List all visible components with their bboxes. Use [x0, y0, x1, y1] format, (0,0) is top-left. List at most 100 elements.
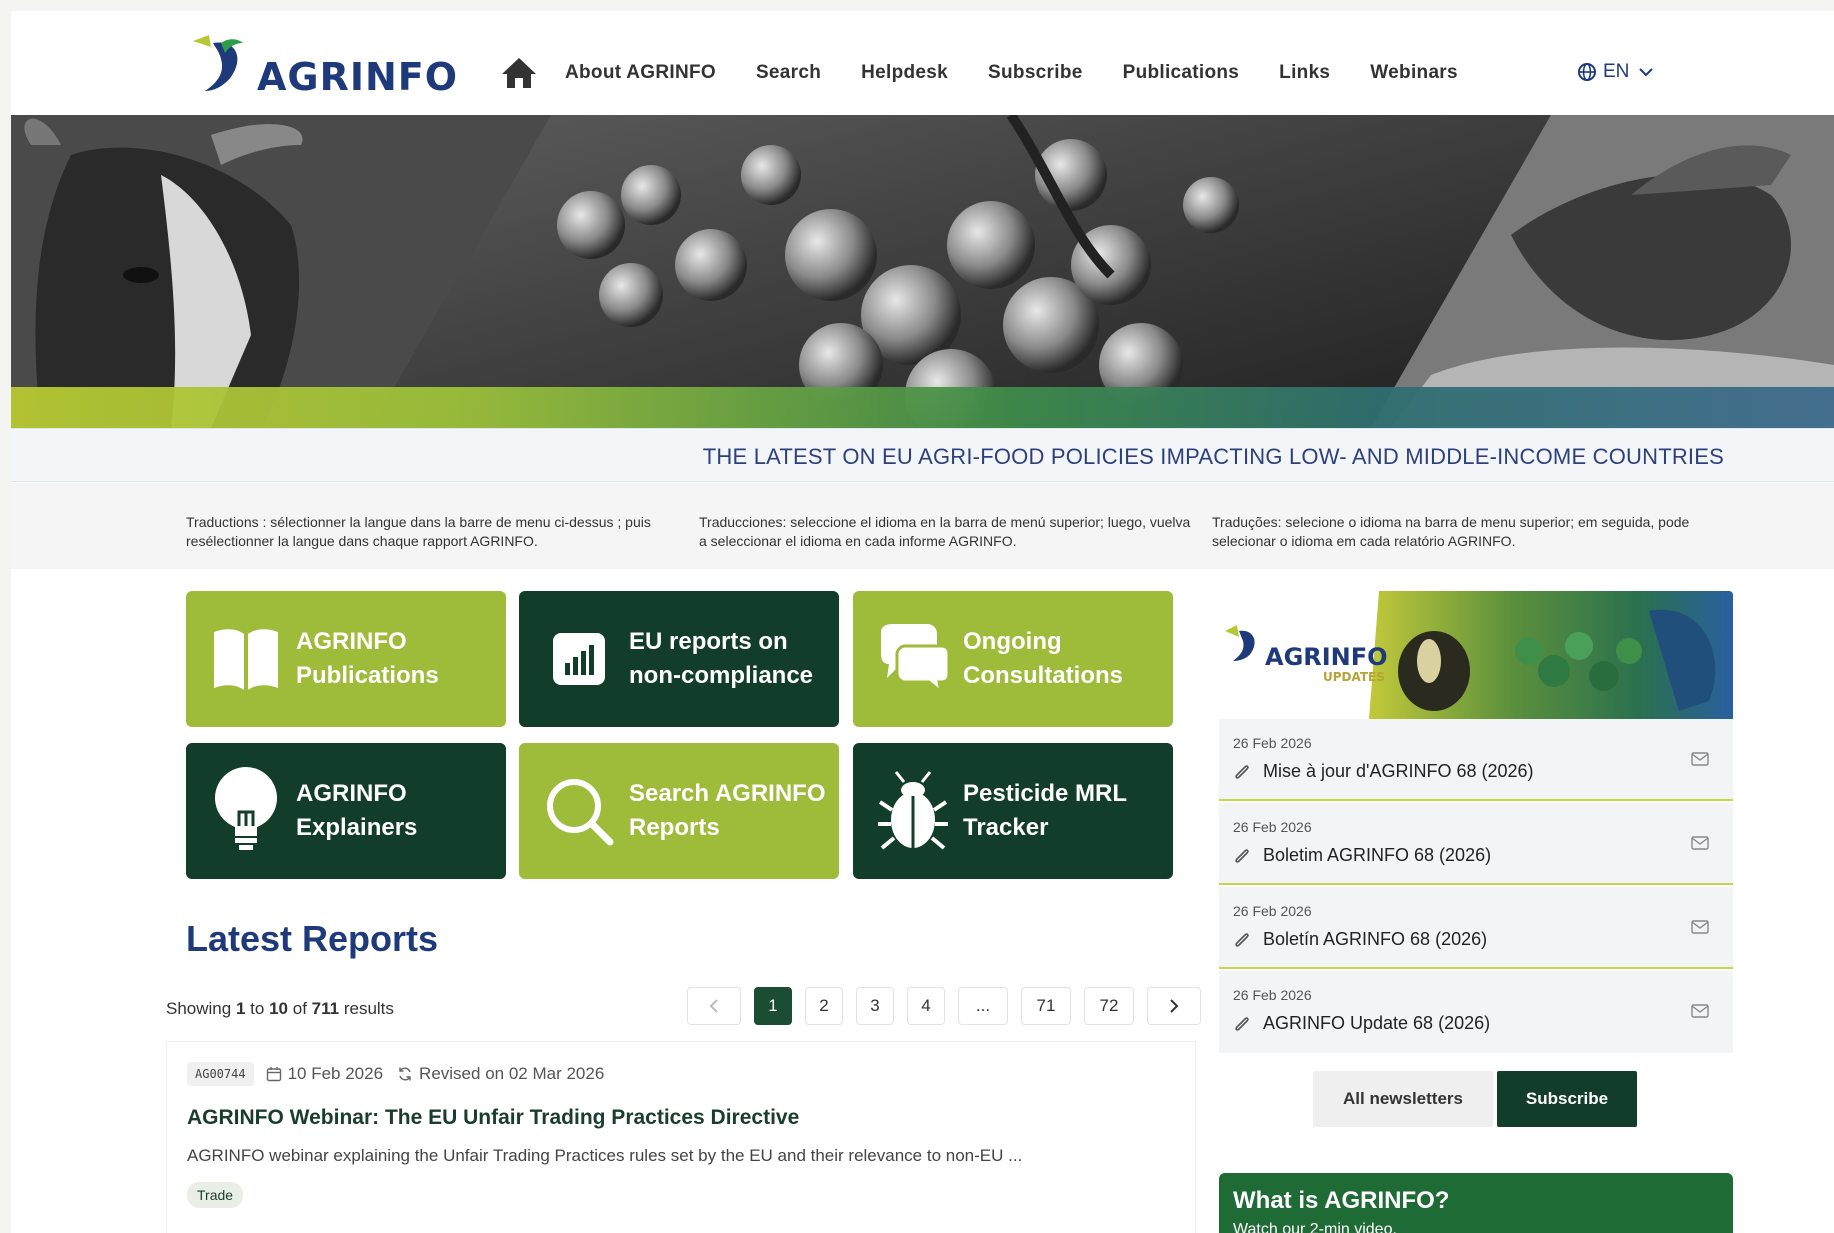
tile-label: EU reports on non-compliance: [629, 625, 813, 693]
lightbulb-icon: [208, 767, 284, 850]
nav-webinars[interactable]: Webinars: [1370, 62, 1458, 84]
results-prefix: Showing: [166, 999, 232, 1018]
nav-search[interactable]: Search: [756, 62, 821, 84]
tile-publications[interactable]: AGRINFO Publications: [186, 591, 506, 727]
tile-label-line2: non-compliance: [629, 662, 814, 689]
language-code: EN: [1603, 61, 1630, 82]
tile-label-line1: AGRINFO: [296, 780, 407, 807]
report-tag[interactable]: Trade: [187, 1182, 244, 1208]
tile-explainers[interactable]: AGRINFO Explainers: [186, 743, 506, 879]
newsletter-date: 26 Feb 2026: [1233, 903, 1312, 919]
previous-page-button[interactable]: [687, 987, 741, 1025]
report-title[interactable]: AGRINFO Webinar: The EU Unfair Trading P…: [187, 1106, 799, 1130]
banner-subtitle: UPDATES: [1323, 670, 1385, 684]
magnifier-icon: [541, 773, 617, 849]
tile-search-reports[interactable]: Search AGRINFO Reports: [519, 743, 839, 879]
language-selector[interactable]: EN: [1577, 61, 1654, 83]
translation-note-fr: Traductions : sélectionner la langue dan…: [186, 514, 651, 549]
report-date: 10 Feb 2026: [287, 1064, 384, 1083]
nav-helpdesk[interactable]: Helpdesk: [861, 62, 948, 84]
newsletter-title: Boletín AGRINFO 68 (2026): [1263, 929, 1488, 949]
mail-icon[interactable]: [1691, 1004, 1709, 1018]
tile-label: AGRINFO Publications: [296, 625, 439, 693]
nav-links[interactable]: Links: [1279, 62, 1330, 84]
tile-eu-reports-noncompliance[interactable]: EU reports on non-compliance: [519, 591, 839, 727]
pagination: 1 2 3 4 ... 71 72: [687, 987, 1214, 1025]
nav-about[interactable]: About AGRINFO: [565, 62, 716, 84]
mail-icon[interactable]: [1691, 752, 1709, 766]
paperclip-icon: [1235, 933, 1249, 947]
main-nav: About AGRINFO Search Helpdesk Subscribe …: [499, 55, 1498, 91]
chevron-right-icon: [1170, 999, 1179, 1013]
tile-label-line1: EU reports on: [629, 628, 788, 655]
what-is-agrinfo-title: What is AGRINFO?: [1233, 1187, 1450, 1214]
mail-icon[interactable]: [1691, 836, 1709, 850]
tile-pesticide-mrl-tracker[interactable]: Pesticide MRL Tracker: [853, 743, 1173, 879]
next-page-button[interactable]: [1147, 987, 1201, 1025]
chevron-left-icon: [709, 999, 718, 1013]
hero-color-stripe: [11, 387, 1834, 428]
tile-label: Search AGRINFO Reports: [629, 777, 826, 845]
report-description: AGRINFO webinar explaining the Unfair Tr…: [187, 1146, 1023, 1165]
tile-label: Pesticide MRL Tracker: [963, 777, 1127, 845]
site-header: AGRINFO About AGRINFO Search Helpdesk Su…: [11, 11, 1834, 115]
paperclip-icon: [1235, 765, 1249, 779]
mail-icon[interactable]: [1691, 920, 1709, 934]
newsletter-item[interactable]: 26 Feb 2026 AGRINFO Update 68 (2026): [1219, 971, 1733, 1053]
results-total: 711: [311, 999, 340, 1018]
page-button-72[interactable]: 72: [1084, 987, 1134, 1025]
banner-title: AGRINFO: [1265, 643, 1388, 671]
page-button-1[interactable]: 1: [754, 987, 792, 1025]
all-newsletters-button[interactable]: All newsletters: [1313, 1071, 1493, 1127]
refresh-icon: [399, 1067, 411, 1081]
results-of-word: of: [292, 999, 307, 1018]
tile-label-line1: Search AGRINFO: [629, 780, 826, 807]
book-icon: [208, 621, 284, 697]
nav-publications[interactable]: Publications: [1123, 62, 1240, 84]
logo-text: AGRINFO: [257, 55, 459, 99]
page-button-3[interactable]: 3: [856, 987, 894, 1025]
nav-subscribe[interactable]: Subscribe: [988, 62, 1083, 84]
results-to: 10: [269, 999, 288, 1018]
translation-note-es: Traducciones: seleccione el idioma en la…: [699, 514, 1191, 549]
newsletter-item[interactable]: 26 Feb 2026 Boletín AGRINFO 68 (2026): [1219, 887, 1733, 969]
tagline-bar: THE LATEST ON EU AGRI-FOOD POLICIES IMPA…: [11, 428, 1834, 482]
report-id: AG00744: [187, 1062, 254, 1086]
newsletter-date: 26 Feb 2026: [1233, 987, 1312, 1003]
chat-bubbles-icon: [875, 621, 951, 697]
newsletter-item[interactable]: 26 Feb 2026 Mise à jour d'AGRINFO 68 (20…: [1219, 719, 1733, 801]
page-button-2[interactable]: 2: [805, 987, 843, 1025]
hero-image: [11, 115, 1834, 428]
hero-banner: [11, 115, 1834, 428]
tagline: THE LATEST ON EU AGRI-FOOD POLICIES IMPA…: [702, 444, 1724, 469]
logo-mark-icon: [193, 35, 243, 91]
tile-label-line2: Consultations: [963, 662, 1123, 689]
page-button-71[interactable]: 71: [1021, 987, 1071, 1025]
tile-label-line1: Ongoing: [963, 628, 1062, 655]
what-is-agrinfo-subtitle: Watch our 2-min video.: [1233, 1221, 1397, 1233]
tile-ongoing-consultations[interactable]: Ongoing Consultations: [853, 591, 1173, 727]
results-from: 1: [235, 999, 246, 1018]
agrinfo-logo[interactable]: AGRINFO: [191, 27, 457, 103]
report-card[interactable]: AG00744 10 Feb 2026 Revised on 02 Mar 20…: [166, 1041, 1196, 1233]
newsletter-date: 26 Feb 2026: [1233, 735, 1312, 751]
agrinfo-updates-banner[interactable]: AGRINFO UPDATES: [1219, 591, 1733, 719]
paperclip-icon: [1235, 1017, 1249, 1031]
newsletter-item[interactable]: 26 Feb 2026 Boletim AGRINFO 68 (2026): [1219, 803, 1733, 885]
page: AGRINFO About AGRINFO Search Helpdesk Su…: [11, 11, 1834, 1233]
paperclip-icon: [1235, 849, 1249, 863]
results-to-word: to: [250, 999, 265, 1018]
tile-label-line2: Publications: [296, 662, 439, 689]
tile-label: AGRINFO Explainers: [296, 777, 417, 845]
tile-label-line2: Explainers: [296, 814, 418, 841]
what-is-agrinfo-box[interactable]: What is AGRINFO? Watch our 2-min video.: [1219, 1173, 1733, 1233]
chevron-down-icon: [1639, 68, 1654, 77]
home-icon[interactable]: [499, 55, 539, 91]
subscribe-button[interactable]: Subscribe: [1497, 1071, 1637, 1127]
translation-notes: Traductions : sélectionner la langue dan…: [11, 483, 1834, 569]
globe-icon: [1578, 63, 1596, 81]
newsletter-title: Boletim AGRINFO 68 (2026): [1263, 845, 1492, 865]
page-button-4[interactable]: 4: [907, 987, 945, 1025]
newsletter-date: 26 Feb 2026: [1233, 819, 1312, 835]
report-revised: Revised on 02 Mar 2026: [419, 1064, 605, 1083]
